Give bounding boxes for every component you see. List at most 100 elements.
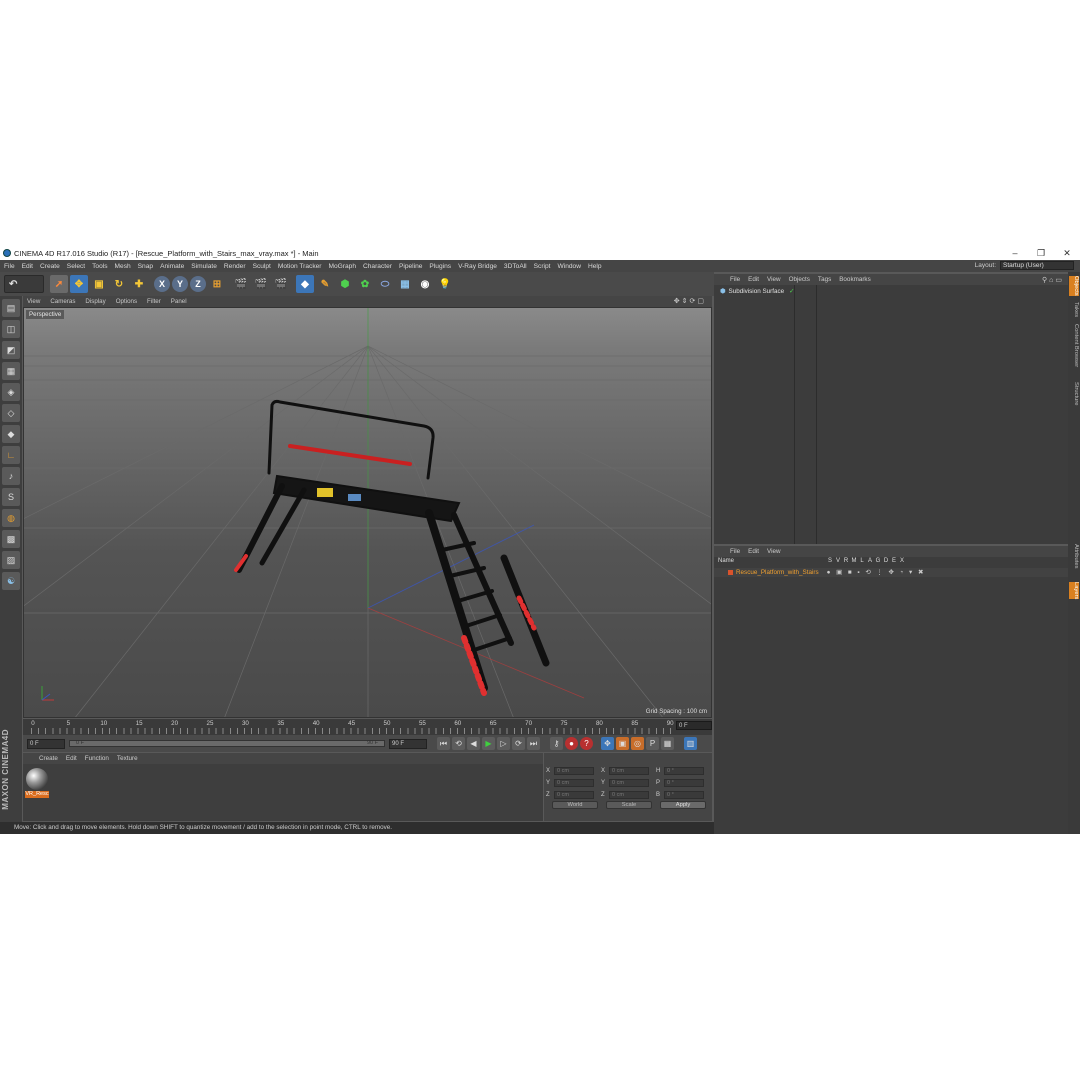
menu-v-ray-bridge[interactable]: V-Ray Bridge	[458, 263, 497, 270]
side-tab-attributes[interactable]: Attributes	[1069, 544, 1079, 569]
tweak-mode-icon[interactable]: ♪	[2, 467, 20, 485]
menu-help[interactable]: Help	[588, 263, 602, 270]
coord-scale-dropdown[interactable]: Scale	[606, 801, 652, 809]
add-object-icon[interactable]: ✚	[130, 275, 148, 293]
previous-key-icon[interactable]: ⟲	[452, 737, 465, 750]
layer-column-d[interactable]: D	[882, 558, 890, 566]
side-tab-takes[interactable]: Takes	[1069, 302, 1079, 317]
layer-menu-file[interactable]: File	[730, 548, 740, 555]
layer-column-r[interactable]: R	[842, 558, 850, 566]
pen-icon[interactable]: ✎	[316, 275, 334, 293]
z-axis-button[interactable]: Z	[190, 276, 206, 292]
autokeying-icon[interactable]: ?	[580, 737, 593, 750]
object-menu-tags[interactable]: Tags	[818, 276, 831, 283]
material-thumbnail[interactable]: VR_Resc	[25, 767, 49, 799]
material-menu-function[interactable]: Function	[85, 755, 109, 762]
menu-sculpt[interactable]: Sculpt	[253, 263, 271, 270]
go-to-start-icon[interactable]: ⏮	[437, 737, 450, 750]
camera-icon[interactable]: ◉	[416, 275, 434, 293]
subdivision-icon[interactable]: ⬢	[336, 275, 354, 293]
keyframe-selection-icon[interactable]: ⚷	[550, 737, 563, 750]
layer-column-s[interactable]: S	[826, 558, 834, 566]
layer-column-e[interactable]: E	[890, 558, 898, 566]
layer-column-x[interactable]: X	[898, 558, 906, 566]
side-tab-structure[interactable]: Structure	[1069, 382, 1079, 406]
menu-window[interactable]: Window	[558, 263, 581, 270]
edges-mode-icon[interactable]: ◇	[2, 404, 20, 422]
rotation-h-field[interactable]: 0 °	[664, 767, 704, 775]
layer-row[interactable]: Rescue_Platform_with_Stairs ● ▣ ■ ▪ ⟲ ⋮ …	[714, 568, 1068, 577]
scale-icon[interactable]: ▣	[90, 275, 108, 293]
current-frame-field[interactable]: 0 F	[676, 721, 712, 730]
layer-toggle-icons[interactable]: ● ▣ ■ ▪ ⟲ ⋮ ✥ ◔ ▾ ✖	[827, 569, 926, 576]
size-y-field[interactable]: 0 cm	[609, 779, 649, 787]
menu-select[interactable]: Select	[67, 263, 85, 270]
object-menu-view[interactable]: View	[767, 276, 781, 283]
viewport-menu-filter[interactable]: Filter	[147, 298, 161, 305]
layer-column-v[interactable]: V	[834, 558, 842, 566]
menu-motion-tracker[interactable]: Motion Tracker	[278, 263, 322, 270]
object-manager-search-icons[interactable]: ⚲⌂▭	[1042, 276, 1064, 284]
camera-label[interactable]: Perspective	[26, 310, 65, 319]
menu-edit[interactable]: Edit	[22, 263, 33, 270]
layer-column-g[interactable]: G	[874, 558, 882, 566]
array-icon[interactable]: ✿	[356, 275, 374, 293]
python-icon[interactable]: ☯	[2, 572, 20, 590]
record-scale-icon[interactable]: ▣	[616, 737, 629, 750]
edit-render-settings-icon[interactable]: 🎬	[272, 275, 290, 293]
record-position-icon[interactable]: ✥	[601, 737, 614, 750]
undo-icon[interactable]: ↶	[4, 275, 44, 293]
close-button[interactable]: ✕	[1054, 246, 1080, 260]
size-x-field[interactable]: 0 cm	[609, 767, 649, 775]
render-picture-viewer-icon[interactable]: 🎬	[252, 275, 270, 293]
model-mode-icon[interactable]: ◫	[2, 320, 20, 338]
workplane-icon[interactable]: ▦	[2, 362, 20, 380]
x-axis-button[interactable]: X	[154, 276, 170, 292]
material-menu-texture[interactable]: Texture	[117, 755, 138, 762]
3d-viewport[interactable]: Perspective Grid Spacing : 100 cm	[23, 307, 712, 718]
menu-snap[interactable]: Snap	[138, 263, 153, 270]
menu-animate[interactable]: Animate	[160, 263, 184, 270]
coordinate-system-icon[interactable]: ⊞	[208, 275, 226, 293]
maximize-button[interactable]: ❐	[1028, 246, 1054, 260]
layout-dropdown[interactable]: Startup (User)	[1000, 261, 1074, 270]
record-active-icon[interactable]: ●	[565, 737, 578, 750]
rotation-b-field[interactable]: 0 °	[664, 791, 704, 799]
y-axis-button[interactable]: Y	[172, 276, 188, 292]
viewport-menu-cameras[interactable]: Cameras	[50, 298, 75, 305]
snap-icon[interactable]: S	[2, 488, 20, 506]
menu-create[interactable]: Create	[40, 263, 60, 270]
layer-menu-view[interactable]: View	[767, 548, 781, 555]
light-icon[interactable]: 💡	[436, 275, 454, 293]
menu-plugins[interactable]: Plugins	[429, 263, 451, 270]
object-row[interactable]: ⬢ Subdivision Surface ✓	[720, 288, 794, 295]
go-to-end-icon[interactable]: ⏭	[527, 737, 540, 750]
record-pla-icon[interactable]: ▦	[661, 737, 674, 750]
coord-mode-dropdown[interactable]: World	[552, 801, 598, 809]
floor-icon[interactable]: ▦	[396, 275, 414, 293]
timeline-ruler[interactable]: 0 5 10 15 20 25 30 35 40 45 50 55 60 65 70 75 80 85 90 0 F	[23, 719, 712, 735]
texture-mode-icon[interactable]: ◩	[2, 341, 20, 359]
object-menu-edit[interactable]: Edit	[748, 276, 759, 283]
minimize-button[interactable]: –	[1002, 246, 1028, 260]
rotate-icon[interactable]: ↻	[110, 275, 128, 293]
select-arrow-icon[interactable]: ➚	[50, 275, 68, 293]
viewport-nav-icons[interactable]: ✥⇕⟳▢	[674, 297, 706, 305]
object-menu-bookmarks[interactable]: Bookmarks	[839, 276, 871, 283]
rotation-p-field[interactable]: 0 °	[664, 779, 704, 787]
points-mode-icon[interactable]: ◈	[2, 383, 20, 401]
object-menu-objects[interactable]: Objects	[789, 276, 810, 283]
size-z-field[interactable]: 0 cm	[609, 791, 649, 799]
grid-icon[interactable]: ▨	[2, 551, 20, 569]
layer-column-a[interactable]: A	[866, 558, 874, 566]
layer-column-l[interactable]: L	[858, 558, 866, 566]
end-frame-field[interactable]: 90 F	[389, 738, 427, 749]
brush-icon[interactable]: ◍	[2, 509, 20, 527]
viewport-menu-view[interactable]: View	[27, 298, 40, 305]
material-menu-create[interactable]: Create	[39, 755, 58, 762]
axis-mode-icon[interactable]: ∟	[2, 446, 20, 464]
previous-frame-icon[interactable]: ◀	[467, 737, 480, 750]
make-editable-icon[interactable]: ▤	[2, 299, 20, 317]
start-frame-field[interactable]: 0 F	[27, 738, 65, 749]
deformer-icon[interactable]: ⬭	[376, 275, 394, 293]
